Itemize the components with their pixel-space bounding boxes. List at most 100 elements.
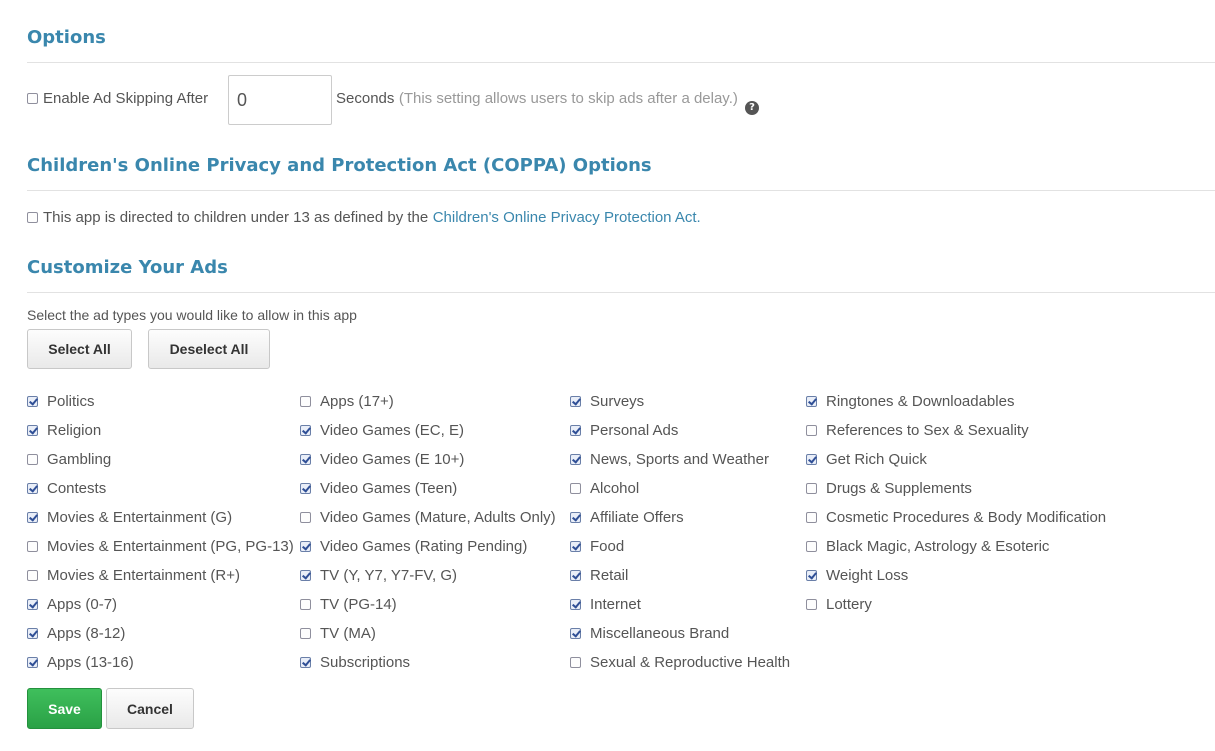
- ad-type-option[interactable]: Movies & Entertainment (G): [27, 507, 232, 527]
- ad-type-option[interactable]: Gambling: [27, 449, 111, 469]
- ad-type-checkbox[interactable]: [806, 598, 817, 610]
- ad-type-checkbox[interactable]: [570, 569, 581, 581]
- ad-type-checkbox[interactable]: [300, 540, 311, 552]
- ad-type-checkbox[interactable]: [570, 511, 581, 523]
- ad-type-option[interactable]: Ringtones & Downloadables: [806, 391, 1014, 411]
- coppa-text: This app is directed to children under 1…: [43, 209, 701, 227]
- ad-type-option[interactable]: Video Games (EC, E): [300, 420, 464, 440]
- ad-type-checkbox[interactable]: [806, 482, 817, 494]
- ad-type-option[interactable]: TV (Y, Y7, Y7-FV, G): [300, 565, 457, 585]
- ad-type-checkbox[interactable]: [806, 395, 817, 407]
- ad-type-option[interactable]: Retail: [570, 565, 628, 585]
- ad-type-option[interactable]: Apps (0-7): [27, 594, 117, 614]
- ad-type-option[interactable]: Food: [570, 536, 624, 556]
- ad-type-option[interactable]: References to Sex & Sexuality: [806, 420, 1029, 440]
- cancel-button[interactable]: Cancel: [106, 688, 194, 729]
- ad-type-option[interactable]: Drugs & Supplements: [806, 478, 972, 498]
- ad-type-option[interactable]: Weight Loss: [806, 565, 908, 585]
- ad-type-checkbox[interactable]: [27, 627, 38, 639]
- coppa-statement: This app is directed to children under 1…: [43, 209, 429, 226]
- ad-type-option[interactable]: Internet: [570, 594, 641, 614]
- ad-type-label: Religion: [47, 421, 102, 439]
- deselect-all-button[interactable]: Deselect All: [148, 329, 270, 369]
- ad-type-checkbox[interactable]: [570, 482, 581, 494]
- ad-type-checkbox[interactable]: [300, 395, 311, 407]
- ad-type-option[interactable]: Politics: [27, 391, 95, 411]
- ad-type-checkbox[interactable]: [300, 569, 311, 581]
- ad-type-label: Ringtones & Downloadables: [826, 392, 1015, 410]
- ad-type-option[interactable]: Cosmetic Procedures & Body Modification: [806, 507, 1106, 527]
- ad-type-option[interactable]: News, Sports and Weather: [570, 449, 769, 469]
- ad-type-checkbox[interactable]: [300, 627, 311, 639]
- ad-type-checkbox[interactable]: [27, 656, 38, 668]
- ad-type-option[interactable]: Video Games (E 10+): [300, 449, 464, 469]
- ad-type-checkbox[interactable]: [806, 453, 817, 465]
- ad-type-checkbox[interactable]: [300, 511, 311, 523]
- ad-type-checkbox[interactable]: [570, 656, 581, 668]
- ad-type-label: TV (PG-14): [320, 595, 397, 613]
- ad-type-checkbox[interactable]: [570, 540, 581, 552]
- ad-type-option[interactable]: Alcohol: [570, 478, 639, 498]
- ad-type-option[interactable]: Video Games (Rating Pending): [300, 536, 527, 556]
- ad-type-checkbox[interactable]: [300, 598, 311, 610]
- ad-type-label: News, Sports and Weather: [590, 450, 769, 468]
- ad-type-checkbox[interactable]: [27, 395, 38, 407]
- ad-type-option[interactable]: Movies & Entertainment (PG, PG-13): [27, 536, 294, 556]
- ad-type-checkbox[interactable]: [806, 540, 817, 552]
- ad-type-checkbox[interactable]: [570, 395, 581, 407]
- coppa-act-link[interactable]: Children's Online Privacy Protection Act…: [433, 209, 701, 226]
- ad-type-checkbox[interactable]: [27, 424, 38, 436]
- ad-type-checkbox[interactable]: [300, 482, 311, 494]
- ad-type-checkbox[interactable]: [570, 627, 581, 639]
- ad-type-checkbox[interactable]: [27, 482, 38, 494]
- ad-type-option[interactable]: Personal Ads: [570, 420, 678, 440]
- ad-type-checkbox[interactable]: [27, 540, 38, 552]
- coppa-heading: Children's Online Privacy and Protection…: [27, 155, 652, 176]
- ad-type-option[interactable]: Lottery: [806, 594, 872, 614]
- ad-type-option[interactable]: TV (MA): [300, 623, 376, 643]
- ad-type-checkbox[interactable]: [300, 453, 311, 465]
- ad-skip-checkbox[interactable]: [27, 93, 38, 104]
- ad-type-option[interactable]: Video Games (Teen): [300, 478, 457, 498]
- ad-type-option[interactable]: Miscellaneous Brand: [570, 623, 729, 643]
- ad-type-checkbox[interactable]: [570, 424, 581, 436]
- ad-type-option[interactable]: Subscriptions: [300, 652, 410, 672]
- ad-type-checkbox[interactable]: [806, 511, 817, 523]
- ad-type-option[interactable]: Apps (13-16): [27, 652, 134, 672]
- ad-type-checkbox[interactable]: [806, 424, 817, 436]
- ad-type-option[interactable]: Surveys: [570, 391, 644, 411]
- save-button[interactable]: Save: [27, 688, 102, 729]
- seconds-label: Seconds: [336, 90, 395, 107]
- help-icon[interactable]: ?: [745, 101, 759, 115]
- ad-type-label: Cosmetic Procedures & Body Modification: [826, 508, 1107, 526]
- ad-type-option[interactable]: Get Rich Quick: [806, 449, 927, 469]
- ad-type-checkbox[interactable]: [570, 453, 581, 465]
- ad-type-option[interactable]: Black Magic, Astrology & Esoteric: [806, 536, 1049, 556]
- ad-type-label: References to Sex & Sexuality: [826, 421, 1029, 439]
- customize-heading: Customize Your Ads: [27, 257, 228, 278]
- ad-type-label: Movies & Entertainment (PG, PG-13): [47, 537, 294, 555]
- ad-type-checkbox[interactable]: [27, 569, 38, 581]
- options-divider: [27, 62, 1215, 63]
- ad-type-option[interactable]: Video Games (Mature, Adults Only): [300, 507, 556, 527]
- ad-type-option[interactable]: Sexual & Reproductive Health: [570, 652, 790, 672]
- ad-type-checkbox[interactable]: [300, 424, 311, 436]
- ad-type-option[interactable]: Movies & Entertainment (R+): [27, 565, 240, 585]
- ad-type-checkbox[interactable]: [300, 656, 311, 668]
- ad-skip-seconds-input[interactable]: [228, 75, 332, 125]
- select-all-button[interactable]: Select All: [27, 329, 132, 369]
- ad-type-option[interactable]: TV (PG-14): [300, 594, 397, 614]
- ad-type-option[interactable]: Affiliate Offers: [570, 507, 684, 527]
- ad-type-checkbox[interactable]: [806, 569, 817, 581]
- ad-type-checkbox[interactable]: [27, 511, 38, 523]
- ad-type-checkbox[interactable]: [570, 598, 581, 610]
- ad-type-checkbox[interactable]: [27, 453, 38, 465]
- coppa-checkbox[interactable]: [27, 212, 38, 223]
- ad-type-option[interactable]: Apps (17+): [300, 391, 394, 411]
- ad-type-option[interactable]: Contests: [27, 478, 106, 498]
- ad-type-option[interactable]: Religion: [27, 420, 101, 440]
- ad-type-checkbox[interactable]: [27, 598, 38, 610]
- ad-type-label: Food: [590, 537, 625, 555]
- ad-type-label: Apps (8-12): [47, 624, 126, 642]
- ad-type-option[interactable]: Apps (8-12): [27, 623, 125, 643]
